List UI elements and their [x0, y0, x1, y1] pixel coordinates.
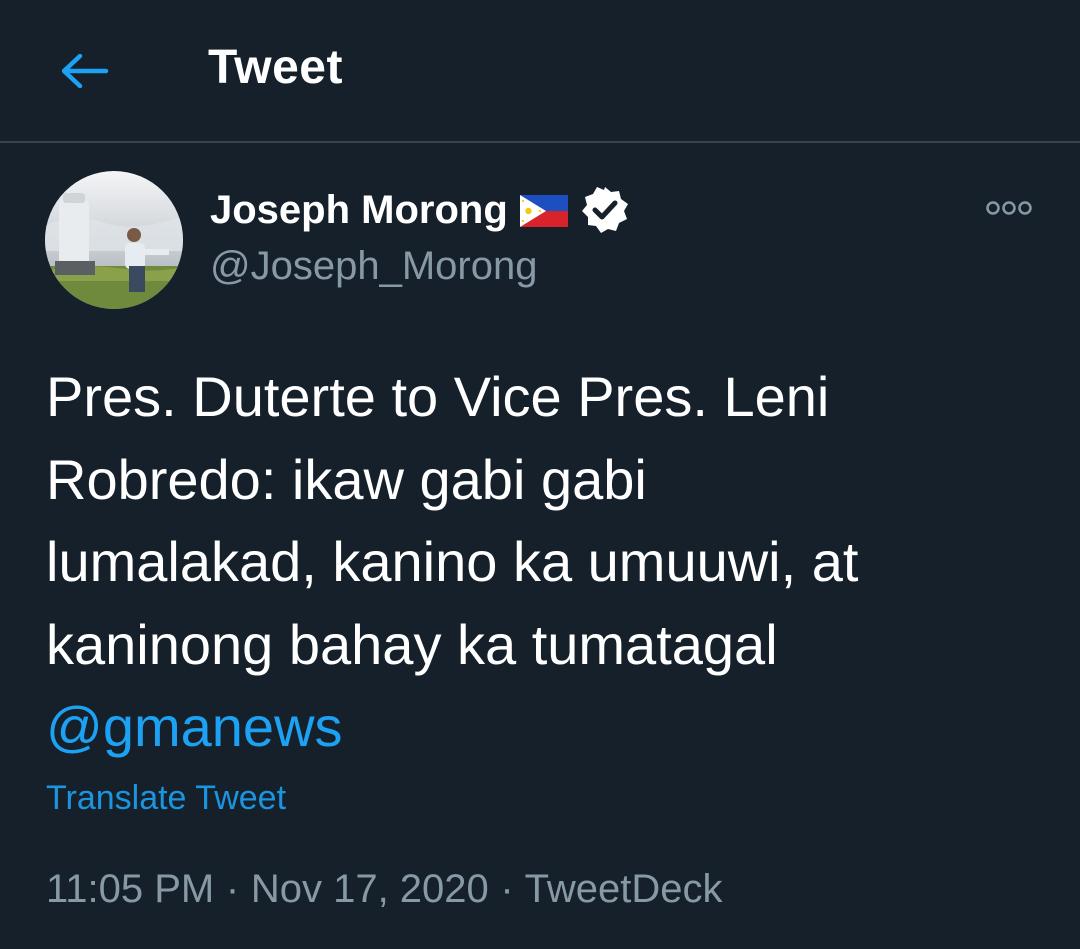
- tweet-source[interactable]: TweetDeck: [525, 867, 723, 911]
- tweet-line: Robredo: ikaw gabi gabi: [46, 447, 647, 511]
- avatar[interactable]: [45, 171, 183, 309]
- tweet-line: kaninong bahay ka tumatagal: [46, 612, 778, 676]
- back-button[interactable]: [58, 48, 114, 94]
- more-options-icon: [986, 201, 1032, 215]
- translate-tweet-link[interactable]: Translate Tweet: [46, 776, 286, 820]
- avatar-photo: [45, 171, 183, 309]
- arrow-left-icon: [62, 54, 109, 88]
- tweet-date: Nov 17, 2020: [250, 867, 489, 911]
- tweet-time: 11:05 PM: [46, 867, 215, 911]
- top-bar: Tweet: [0, 0, 1080, 143]
- separator: ·: [225, 867, 240, 911]
- mention-link[interactable]: @gmanews: [46, 686, 1046, 769]
- tweet-text: Pres. Duterte to Vice Pres. Leni Robredo…: [46, 356, 1046, 769]
- philippines-flag-icon: [520, 195, 568, 227]
- author-handle[interactable]: @Joseph_Morong: [210, 242, 537, 290]
- more-options-button[interactable]: [984, 196, 1034, 220]
- page-title: Tweet: [208, 41, 343, 94]
- author-name[interactable]: Joseph Morong: [210, 186, 508, 234]
- separator: ·: [500, 867, 514, 911]
- tweet-line: lumalakad, kanino ka umuuwi, at: [46, 530, 859, 593]
- tweet-line: Pres. Duterte to Vice Pres. Leni: [46, 365, 830, 428]
- tweet-metadata: 11:05 PM · Nov 17, 2020 · TweetDeck: [46, 864, 722, 914]
- verified-badge-icon: [582, 187, 628, 233]
